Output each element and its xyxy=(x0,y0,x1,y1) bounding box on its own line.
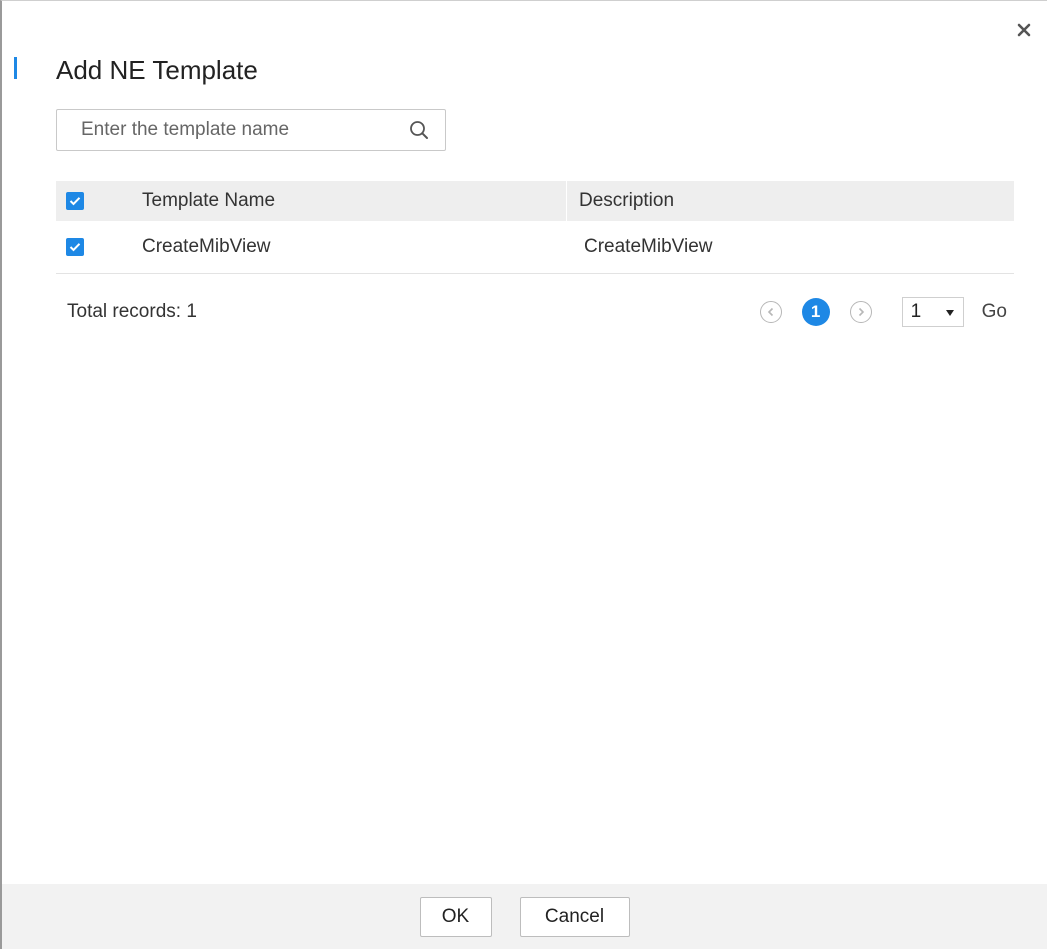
page-select[interactable]: 1 xyxy=(901,297,964,327)
checkmark-icon xyxy=(69,243,81,252)
chevron-right-circle-icon[interactable] xyxy=(849,301,872,323)
table-row[interactable]: CreateMibView CreateMibView xyxy=(56,221,1014,274)
page-select-value: 1 xyxy=(910,301,922,322)
page-number-current[interactable]: 1 xyxy=(801,298,830,326)
ok-button[interactable]: OK xyxy=(419,896,492,937)
dialog-title: Add NE Template xyxy=(56,55,258,85)
select-all-checkbox[interactable] xyxy=(66,192,84,210)
row-description: CreateMibView xyxy=(584,236,713,257)
title-accent-bar xyxy=(14,57,17,79)
table-header: Template Name Description xyxy=(56,181,1014,221)
close-icon[interactable] xyxy=(1017,23,1031,42)
chevron-left-circle-icon[interactable] xyxy=(759,301,782,323)
close-button[interactable] xyxy=(1011,19,1037,45)
template-table: Template Name Description CreateMibView … xyxy=(56,181,1014,274)
search-input[interactable] xyxy=(79,110,399,150)
pagination: 1 1 Go xyxy=(759,295,1007,329)
search-field[interactable] xyxy=(56,109,446,151)
add-ne-template-dialog: Add NE Template Template Name Descriptio… xyxy=(0,0,1047,949)
header-checkbox-cell xyxy=(56,181,130,221)
row-checkbox-cell xyxy=(56,221,130,273)
dialog-footer: OK Cancel xyxy=(2,884,1047,949)
total-records: Total records: 1 xyxy=(67,301,197,322)
checkmark-icon xyxy=(69,197,81,206)
row-template-name: CreateMibView xyxy=(142,236,271,257)
column-header-template-name[interactable]: Template Name xyxy=(130,181,566,221)
search-icon[interactable] xyxy=(399,110,439,150)
caret-down-icon xyxy=(945,301,955,323)
column-header-description[interactable]: Description xyxy=(566,181,1014,221)
cancel-button[interactable]: Cancel xyxy=(519,896,630,937)
go-button[interactable]: Go xyxy=(982,301,1007,323)
row-checkbox[interactable] xyxy=(66,238,84,256)
